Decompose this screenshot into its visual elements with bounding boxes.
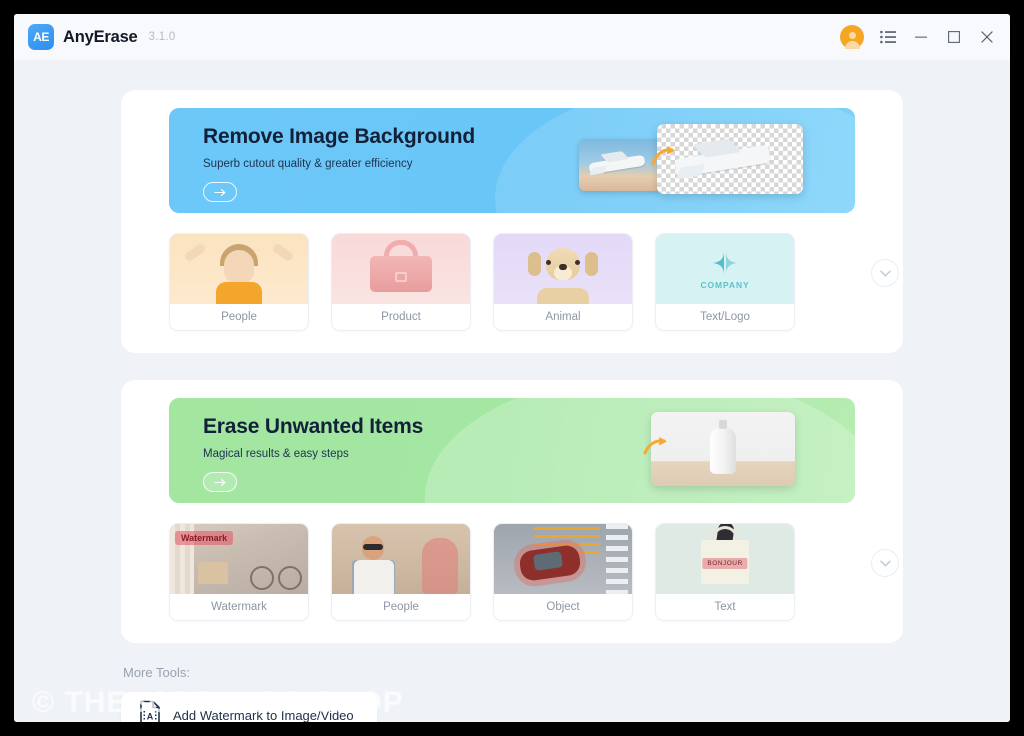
- card-thumb-car-photo: [494, 524, 632, 594]
- transform-arrow-icon: [643, 436, 669, 463]
- card-label: Animal: [494, 304, 632, 330]
- card-thumb-bicycle-photo: Watermark: [170, 524, 308, 594]
- card-label: Object: [494, 594, 632, 620]
- card-label: Product: [332, 304, 470, 330]
- card-thumb-tote-photo: BONJOUR: [656, 524, 794, 594]
- card-label: Watermark: [170, 594, 308, 620]
- card-thumb-dog-photo: [494, 234, 632, 304]
- add-watermark-icon: A: [139, 700, 161, 722]
- card-object[interactable]: Object: [493, 523, 633, 621]
- card-label: People: [332, 594, 470, 620]
- card-people-erase[interactable]: People: [331, 523, 471, 621]
- hero-remove-background[interactable]: Remove Image Background Superb cutout qu…: [169, 108, 855, 213]
- expand-erase-items-chevron-down-icon[interactable]: [871, 549, 899, 577]
- add-watermark-label: Add Watermark to Image/Video: [173, 707, 354, 723]
- app-window: AE AnyErase 3.1.0 Remove Image Backgroun…: [14, 14, 1010, 722]
- card-thumb-company-logo: COMPANY: [656, 234, 794, 304]
- app-logo-icon: AE: [28, 24, 54, 50]
- minimize-button[interactable]: [912, 28, 930, 46]
- card-thumb-handbag-photo: [332, 234, 470, 304]
- section-erase-items: Erase Unwanted Items Magical results & e…: [121, 380, 903, 643]
- card-thumb-man-photo: [332, 524, 470, 594]
- card-thumb-girl-photo: [170, 234, 308, 304]
- card-text-logo[interactable]: COMPANY Text/Logo: [655, 233, 795, 331]
- tote-overlay-text: BONJOUR: [702, 558, 748, 569]
- cards-row-remove-background: People Product Animal COMPANY Text/Logo: [169, 233, 899, 331]
- card-label: Text: [656, 594, 794, 620]
- maximize-button[interactable]: [945, 28, 963, 46]
- more-tools-label: More Tools:: [123, 665, 190, 680]
- hero-erase-items[interactable]: Erase Unwanted Items Magical results & e…: [169, 398, 855, 503]
- card-label: Text/Logo: [656, 304, 794, 330]
- card-product[interactable]: Product: [331, 233, 471, 331]
- hero-title: Remove Image Background: [203, 125, 475, 148]
- hero-subtitle: Magical results & easy steps: [203, 448, 349, 460]
- titlebar: AE AnyErase 3.1.0: [14, 14, 1010, 60]
- content-area: Remove Image Background Superb cutout qu…: [14, 60, 1010, 722]
- card-label: People: [170, 304, 308, 330]
- app-name: AnyErase: [63, 27, 138, 46]
- company-logo-caption: COMPANY: [700, 279, 750, 290]
- add-watermark-button[interactable]: A Add Watermark to Image/Video: [121, 692, 377, 722]
- watermark-overlay-text: Watermark: [175, 531, 234, 545]
- card-animal[interactable]: Animal: [493, 233, 633, 331]
- company-diamond-icon: [710, 249, 740, 277]
- card-text[interactable]: BONJOUR Text: [655, 523, 795, 621]
- svg-text:A: A: [147, 711, 154, 721]
- section-remove-background: Remove Image Background Superb cutout qu…: [121, 90, 903, 353]
- user-avatar-icon[interactable]: [840, 25, 864, 49]
- hero-arrow-right-icon[interactable]: [203, 182, 237, 202]
- brand: AE AnyErase: [28, 24, 138, 50]
- hero-subtitle: Superb cutout quality & greater efficien…: [203, 158, 413, 170]
- card-people[interactable]: People: [169, 233, 309, 331]
- more-tools-section: More Tools: A Add Watermark to Image/Vid…: [121, 665, 903, 722]
- expand-remove-background-chevron-down-icon[interactable]: [871, 259, 899, 287]
- app-version: 3.1.0: [148, 31, 176, 43]
- cards-row-erase-items: Watermark Watermark People Object BONJOU…: [169, 523, 899, 621]
- close-button[interactable]: [978, 28, 996, 46]
- transform-arrow-icon: [651, 146, 677, 173]
- card-watermark[interactable]: Watermark Watermark: [169, 523, 309, 621]
- list-menu-icon[interactable]: [879, 28, 897, 46]
- window-actions: [840, 25, 996, 49]
- hero-title: Erase Unwanted Items: [203, 415, 424, 438]
- hero-arrow-right-icon[interactable]: [203, 472, 237, 492]
